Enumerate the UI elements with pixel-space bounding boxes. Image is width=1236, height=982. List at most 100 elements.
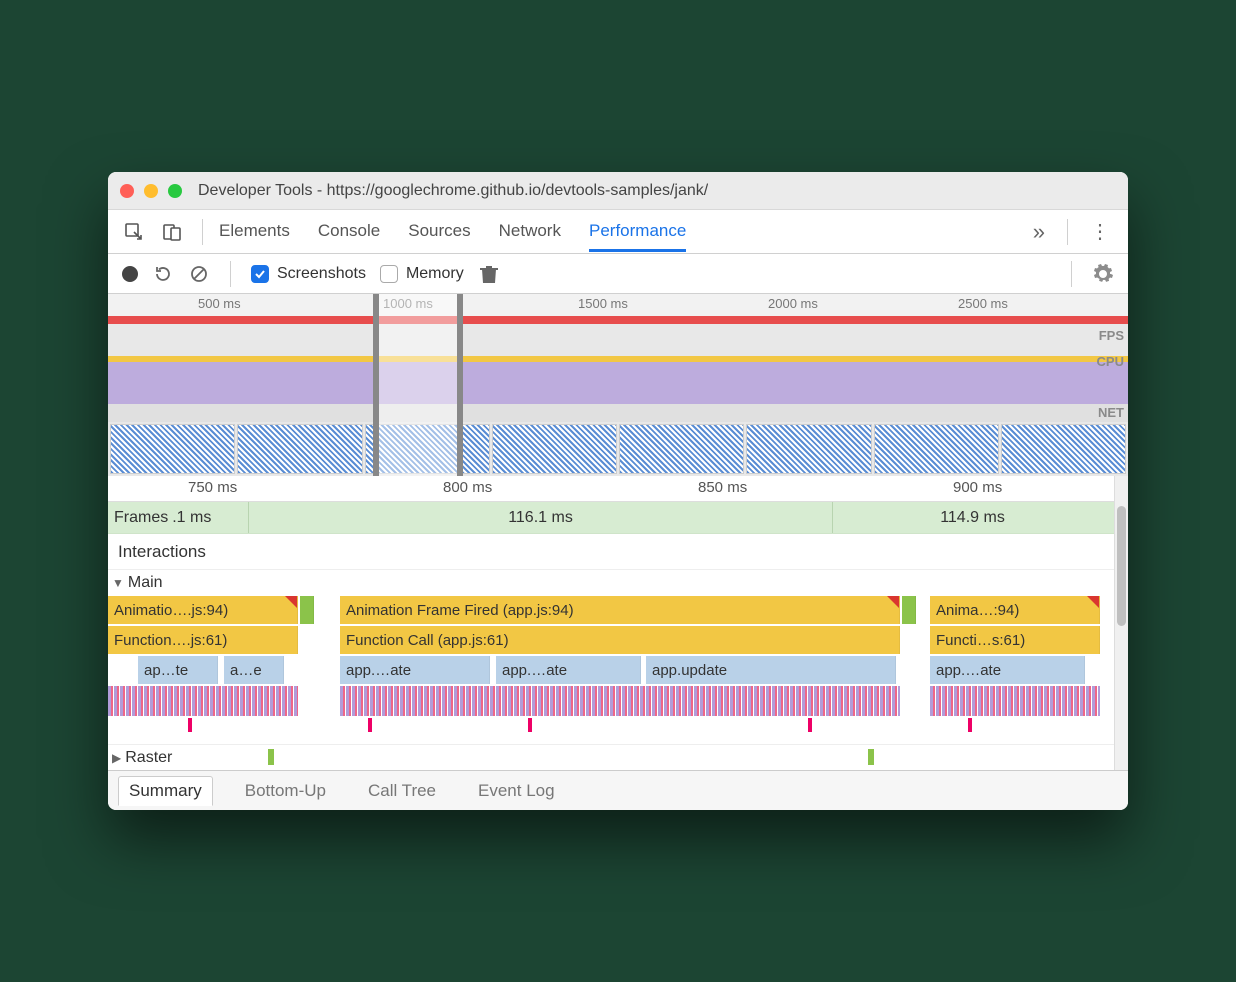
screenshot-thumb[interactable] [110, 424, 235, 474]
flame-bar-animation-frame[interactable]: Animatio….js:94) [108, 596, 298, 624]
devtools-window: Developer Tools - https://googlechrome.g… [108, 172, 1128, 810]
ruler-tick: 2000 ms [768, 296, 818, 311]
frames-row[interactable]: Frames .1 ms 116.1 ms 114.9 ms [108, 502, 1114, 534]
overview-cpu-lane: CPU [108, 352, 1128, 404]
overview-fps-warning [108, 316, 1128, 324]
screenshot-thumb[interactable] [619, 424, 744, 474]
screenshots-label: Screenshots [277, 265, 366, 283]
titlebar: Developer Tools - https://googlechrome.g… [108, 172, 1128, 210]
more-tabs-icon[interactable]: » [1027, 219, 1051, 245]
close-window-button[interactable] [120, 184, 134, 198]
frame-cell[interactable]: 114.9 ms [832, 502, 1112, 533]
screenshot-thumb[interactable] [874, 424, 999, 474]
bottom-tabs: Summary Bottom-Up Call Tree Event Log [108, 770, 1128, 810]
reload-icon[interactable] [152, 263, 174, 285]
tab-elements[interactable]: Elements [219, 211, 290, 252]
frames-label: Frames [108, 509, 168, 527]
device-mode-icon[interactable] [158, 218, 186, 246]
overview-ruler[interactable]: 500 ms 1000 ms 1500 ms 2000 ms 2500 ms [108, 294, 1128, 316]
flame-bar-animation-frame[interactable]: Animation Frame Fired (app.js:94) [340, 596, 900, 624]
kebab-menu-icon[interactable]: ⋮ [1084, 219, 1116, 244]
flame-bar-function-call[interactable]: Functi…s:61) [930, 626, 1100, 654]
tab-event-log[interactable]: Event Log [468, 777, 565, 805]
overview-net-lane: NET [108, 404, 1128, 422]
screenshots-checkbox[interactable] [251, 265, 269, 283]
screenshot-thumb[interactable] [237, 424, 362, 474]
flame-bar-thin[interactable] [968, 718, 972, 732]
raster-bar[interactable] [868, 749, 874, 765]
tab-network[interactable]: Network [499, 211, 561, 252]
flame-bar-thin[interactable] [188, 718, 192, 732]
flame-bar-task[interactable] [902, 596, 916, 624]
raster-bar[interactable] [268, 749, 274, 765]
flame-vertical-scrollbar[interactable] [1114, 476, 1128, 770]
screenshot-thumb[interactable] [746, 424, 871, 474]
flame-ruler[interactable]: 750 ms 800 ms 850 ms 900 ms [108, 476, 1114, 502]
expand-icon[interactable]: ▶ [112, 751, 121, 765]
raster-label: Raster [125, 749, 172, 767]
divider [202, 219, 203, 245]
overview-pane[interactable]: 500 ms 1000 ms 1500 ms 2000 ms 2500 ms F… [108, 294, 1128, 476]
divider [230, 261, 231, 287]
flame-bar-layout[interactable] [340, 686, 900, 716]
flame-bar-app-update[interactable]: app.update [646, 656, 896, 684]
window-controls [120, 184, 182, 198]
flame-bar-layout[interactable] [108, 686, 298, 716]
flame-bar-animation-frame[interactable]: Anima…:94) [930, 596, 1100, 624]
scrollbar-thumb[interactable] [1117, 506, 1126, 626]
screenshot-thumb[interactable] [365, 424, 490, 474]
frame-cell[interactable]: 116.1 ms [248, 502, 832, 533]
flame-bar-task[interactable] [300, 596, 314, 624]
flame-bar-layout[interactable] [930, 686, 1100, 716]
fps-label: FPS [1099, 328, 1124, 343]
flame-bar-app-update[interactable]: app.…ate [930, 656, 1085, 684]
record-button[interactable] [122, 266, 138, 282]
panel-tabs: Elements Console Sources Network Perform… [219, 211, 1017, 252]
divider [1071, 261, 1072, 287]
flame-bar-app-update[interactable]: app.…ate [340, 656, 490, 684]
screenshot-thumb[interactable] [492, 424, 617, 474]
overview-fps-lane: FPS [108, 324, 1128, 352]
ruler-tick: 900 ms [953, 479, 1002, 496]
ruler-tick: 500 ms [198, 296, 241, 311]
flame-bar-thin[interactable] [528, 718, 532, 732]
minimize-window-button[interactable] [144, 184, 158, 198]
tab-bottom-up[interactable]: Bottom-Up [235, 777, 336, 805]
divider [1067, 219, 1068, 245]
zoom-window-button[interactable] [168, 184, 182, 198]
flame-bar-thin[interactable] [368, 718, 372, 732]
frame-cell[interactable]: .1 ms [172, 509, 211, 527]
flame-bar-app-update[interactable]: app.…ate [496, 656, 641, 684]
collapse-icon[interactable]: ▼ [112, 576, 124, 590]
inspect-element-icon[interactable] [120, 218, 148, 246]
panel-tabs-row: Elements Console Sources Network Perform… [108, 210, 1128, 254]
tab-sources[interactable]: Sources [408, 211, 470, 252]
tab-console[interactable]: Console [318, 211, 380, 252]
tab-summary[interactable]: Summary [118, 776, 213, 806]
trash-icon[interactable] [478, 263, 500, 285]
interactions-label: Interactions [118, 542, 206, 562]
tab-call-tree[interactable]: Call Tree [358, 777, 446, 805]
performance-toolbar: Screenshots Memory [108, 254, 1128, 294]
ruler-tick: 2500 ms [958, 296, 1008, 311]
main-thread-header[interactable]: ▼ Main [108, 570, 1114, 596]
interactions-row[interactable]: Interactions [108, 534, 1114, 570]
flame-bar-function-call[interactable]: Function….js:61) [108, 626, 298, 654]
raster-row[interactable]: ▶ Raster [108, 744, 1114, 770]
flame-bar-function-call[interactable]: Function Call (app.js:61) [340, 626, 900, 654]
settings-gear-icon[interactable] [1092, 263, 1114, 285]
memory-checkbox[interactable] [380, 265, 398, 283]
clear-icon[interactable] [188, 263, 210, 285]
screenshot-thumb[interactable] [1001, 424, 1126, 474]
ruler-tick: 1000 ms [383, 296, 433, 311]
main-thread-flame[interactable]: Animatio….js:94) Animation Frame Fired (… [108, 596, 1114, 744]
flame-bar-thin[interactable] [808, 718, 812, 732]
overview-screenshots [108, 422, 1128, 476]
ruler-tick: 1500 ms [578, 296, 628, 311]
ruler-tick: 850 ms [698, 479, 747, 496]
tab-performance[interactable]: Performance [589, 211, 686, 252]
flame-bar-app-update[interactable]: a…e [224, 656, 284, 684]
memory-label: Memory [406, 265, 464, 283]
flame-bar-app-update[interactable]: ap…te [138, 656, 218, 684]
flame-chart[interactable]: 750 ms 800 ms 850 ms 900 ms Frames .1 ms… [108, 476, 1114, 770]
